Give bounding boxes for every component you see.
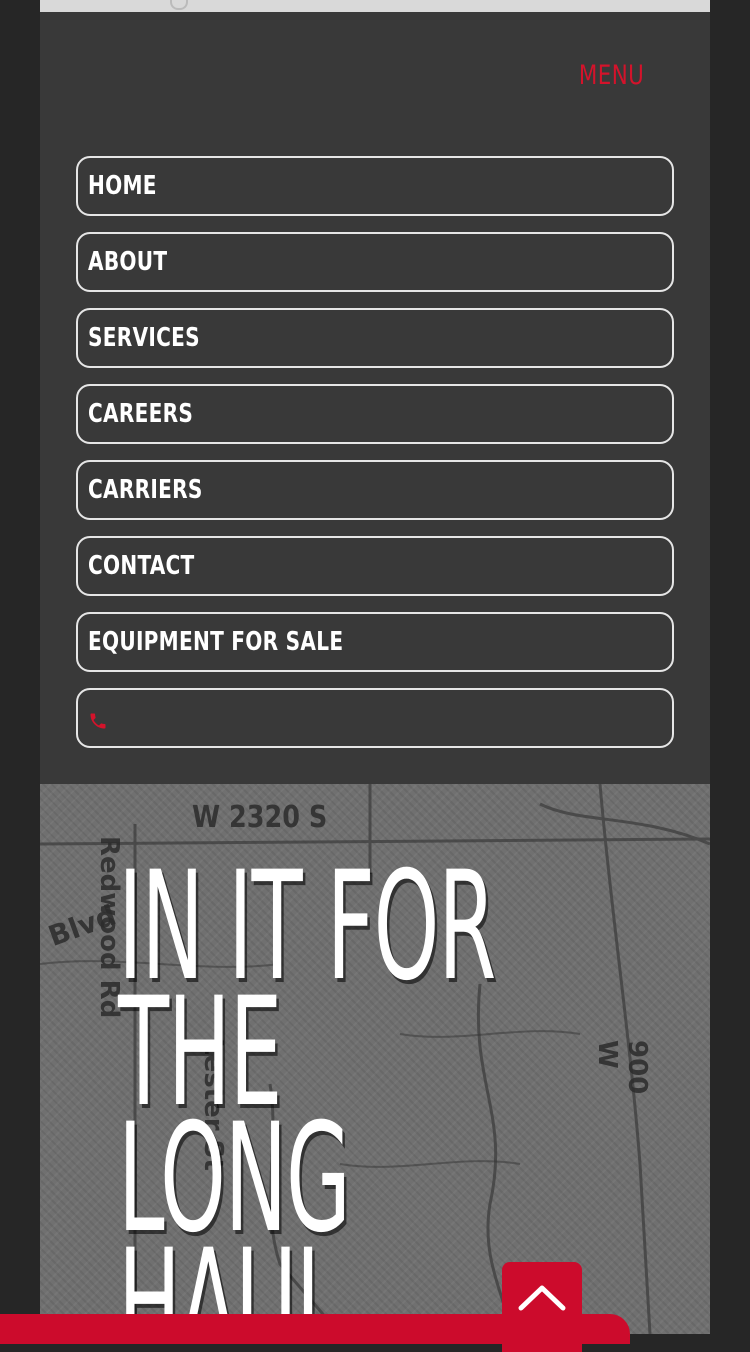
- nav-list: HOME ABOUT SERVICES CAREERS CARRIERS CON…: [76, 156, 674, 764]
- nav-item-contact[interactable]: CONTACT: [76, 536, 674, 596]
- chevron-up-icon: [518, 1285, 566, 1311]
- nav-item-carriers[interactable]: CARRIERS: [76, 460, 674, 520]
- phone-icon: [88, 708, 108, 729]
- nav-item-about[interactable]: ABOUT: [76, 232, 674, 292]
- nav-item-label: HOME: [88, 171, 157, 201]
- hero-section: W 2320 S Redwood Rd Blvd Lester St 900 W…: [40, 784, 710, 1334]
- hero-title: IN IT FOR THE LONG HAUL: [118, 852, 676, 1334]
- top-map-strip: [40, 0, 710, 12]
- nav-item-phone[interactable]: [76, 688, 674, 748]
- nav-item-home[interactable]: HOME: [76, 156, 674, 216]
- nav-item-label: SERVICES: [88, 323, 200, 353]
- mobile-nav-panel: MENU HOME ABOUT SERVICES CAREERS CARRIER…: [40, 12, 710, 784]
- nav-item-label: EQUIPMENT FOR SALE: [88, 627, 344, 657]
- nav-item-label: CONTACT: [88, 551, 195, 581]
- nav-item-equipment-for-sale[interactable]: EQUIPMENT FOR SALE: [76, 612, 674, 672]
- nav-item-careers[interactable]: CAREERS: [76, 384, 674, 444]
- menu-toggle[interactable]: MENU: [579, 60, 644, 91]
- nav-item-services[interactable]: SERVICES: [76, 308, 674, 368]
- back-to-top-button[interactable]: [502, 1262, 582, 1352]
- map-street-label: W 2320 S: [192, 800, 328, 835]
- nav-item-label: CAREERS: [88, 399, 194, 429]
- nav-item-label: CARRIERS: [88, 475, 203, 505]
- nav-item-label: ABOUT: [88, 247, 168, 277]
